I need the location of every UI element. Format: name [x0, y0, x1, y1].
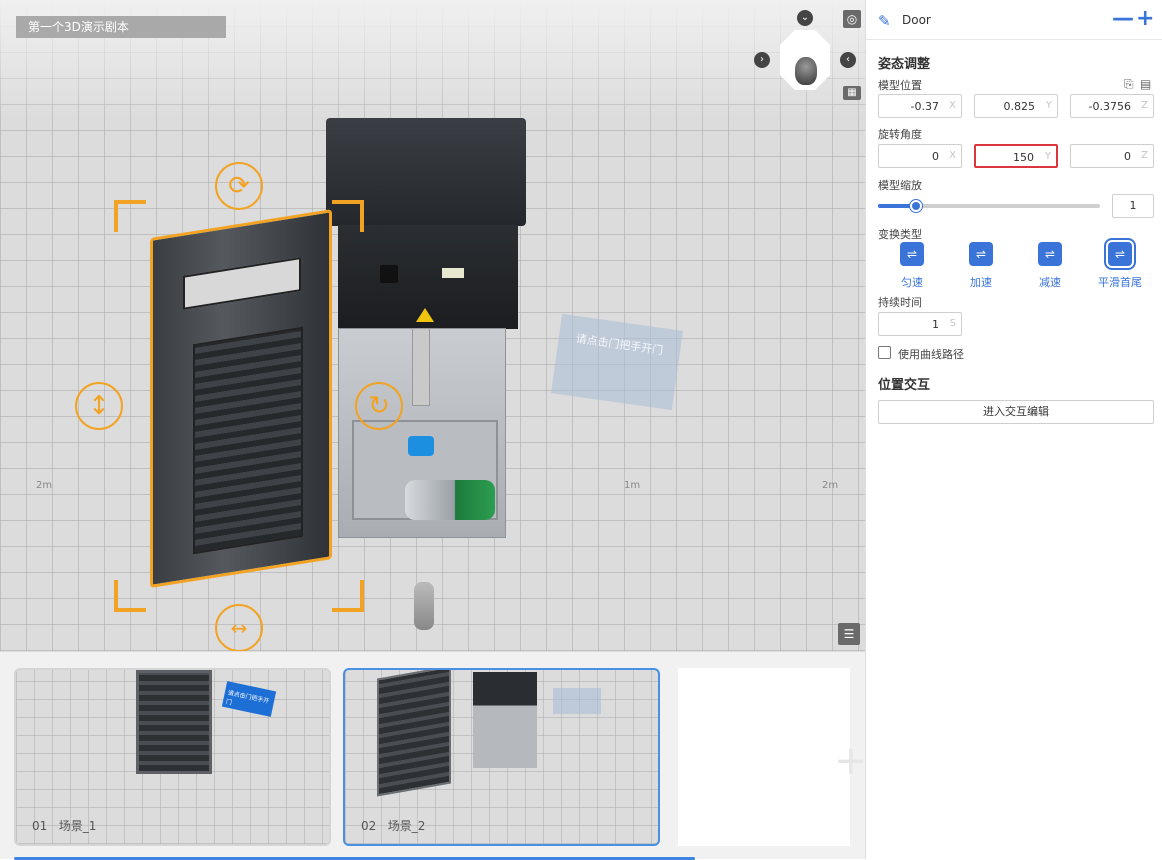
selection-corner — [114, 580, 146, 612]
rotation-label: 旋转角度 — [878, 128, 922, 141]
plus-icon: + — [834, 738, 868, 784]
water-pump[interactable] — [405, 480, 495, 520]
scene-label: 02 场景_2 — [361, 817, 425, 834]
enter-interaction-edit-button[interactable]: 进入交互编辑 — [878, 400, 1154, 424]
ease-in-out-icon: ⇌ — [1104, 238, 1136, 270]
ease-linear-label: 匀速 — [901, 276, 923, 289]
transform-type-label: 变换类型 — [878, 228, 922, 241]
ease-linear-option[interactable]: ⇌ 匀速 — [882, 242, 942, 290]
rotation-x-input[interactable]: 0X — [878, 144, 962, 168]
paste-icon[interactable]: ▤ — [1140, 77, 1151, 91]
rotate-axis-gizmo-icon[interactable]: ↻ — [355, 382, 403, 430]
expand-icon[interactable]: + — [1136, 6, 1154, 31]
add-scene-card[interactable]: + — [678, 668, 868, 846]
rotate-gizmo-icon[interactable]: ⟳ — [215, 162, 263, 210]
door-model-selected[interactable] — [150, 209, 332, 589]
scene-name: 场景_2 — [387, 819, 426, 833]
ease-out-icon: ⇌ — [1038, 242, 1062, 266]
pose-section-title: 姿态调整 — [878, 57, 931, 72]
ease-in-option[interactable]: ⇌ 加速 — [951, 242, 1011, 290]
scene-index: 01 — [32, 819, 48, 833]
scene-name: 场景_1 — [58, 819, 97, 833]
scene-thumbnail — [377, 670, 451, 797]
label-plate — [442, 268, 464, 278]
edit-name-icon[interactable]: ✎ — [878, 12, 891, 30]
scene-label: 01 场景_1 — [32, 817, 96, 834]
selection-corner — [332, 200, 364, 232]
axis-tick-label: 2m — [822, 480, 839, 491]
hint-card[interactable]: 请点击门把手开门 — [551, 313, 683, 411]
fan-icon — [380, 265, 398, 283]
position-y-input[interactable]: 0.825 Y — [974, 94, 1058, 118]
axis-tick-label: 2m — [36, 480, 53, 491]
position-x-input[interactable]: -0.37 X — [878, 94, 962, 118]
panel-header: ✎ Door — + — [866, 0, 1162, 40]
ease-in-icon: ⇌ — [969, 242, 993, 266]
camera-reset-icon[interactable]: ◎ — [843, 10, 861, 28]
interaction-section-title: 位置交互 — [878, 378, 931, 393]
scale-label: 模型缩放 — [878, 179, 922, 192]
view-down-icon[interactable]: ⌄ — [797, 10, 813, 26]
rotation-z-input[interactable]: 0Z — [1070, 144, 1154, 168]
scene-thumbnail — [136, 670, 212, 774]
ease-linear-icon: ⇌ — [900, 242, 924, 266]
axis-tick-label: 1m — [624, 480, 641, 491]
view-right-icon[interactable]: › — [754, 52, 770, 68]
scene-card-active[interactable]: 02 场景_2 — [343, 668, 660, 846]
blue-cap — [408, 436, 434, 456]
rotate-horizontal-gizmo-icon[interactable]: ↔ — [215, 604, 263, 651]
object-name[interactable]: Door — [902, 13, 931, 27]
scene-title: 第一个3D演示剧本 — [16, 16, 226, 38]
ease-in-label: 加速 — [970, 276, 992, 289]
collapse-icon[interactable]: — — [1112, 6, 1134, 31]
scene-strip: 请点击门把手开门 01 场景_1 02 场景_2 + — [0, 651, 868, 860]
ground-handle — [414, 582, 434, 630]
ease-out-label: 减速 — [1039, 276, 1061, 289]
door-grille — [193, 326, 303, 555]
copy-icon[interactable]: ⎘ — [1124, 77, 1134, 92]
warning-sign-icon — [416, 308, 434, 322]
properties-panel: ✎ Door — + 姿态调整 模型位置 ⎘ ▤ -0.37 X 0.825 Y -… — [865, 0, 1162, 859]
list-menu-icon[interactable]: ☰ — [838, 623, 860, 645]
ease-in-out-option[interactable]: ⇌ 平滑首尾 — [1090, 238, 1150, 290]
door-window — [183, 257, 301, 310]
thumbnail-hint-card: 请点击门把手开门 — [221, 681, 277, 717]
cabinet-pipe — [412, 328, 430, 406]
scale-input[interactable]: 1 — [1112, 194, 1154, 218]
keyboard-icon[interactable]: ▦ — [843, 86, 861, 100]
position-label: 模型位置 — [878, 79, 922, 92]
selection-corner — [332, 580, 364, 612]
move-vertical-gizmo-icon[interactable]: ↕ — [75, 382, 123, 430]
rotation-y-input[interactable]: 150 Y — [974, 144, 1058, 168]
3d-viewport[interactable]: 第一个3D演示剧本 2m 1m 2m ⟳ ↕ ↔ ↻ 请点击门把手开门 ⌄ › … — [0, 0, 865, 651]
scene-index: 02 — [361, 819, 377, 833]
duration-input[interactable]: 1S — [878, 312, 962, 336]
scale-slider[interactable] — [878, 200, 1100, 212]
curve-path-checkbox[interactable] — [878, 346, 891, 359]
scene-card[interactable]: 请点击门把手开门 01 场景_1 — [14, 668, 331, 846]
scene-thumbnail-cabinet — [473, 672, 537, 768]
slider-knob[interactable] — [909, 200, 922, 212]
ease-out-option[interactable]: ⇌ 减速 — [1020, 242, 1080, 290]
ease-in-out-label: 平滑首尾 — [1098, 276, 1142, 289]
position-z-input[interactable]: -0.3756 Z — [1070, 94, 1154, 118]
thumbnail-hint-card — [553, 688, 601, 714]
curve-path-label: 使用曲线路径 — [898, 348, 964, 361]
duration-label: 持续时间 — [878, 296, 922, 309]
view-left-icon[interactable]: ‹ — [840, 52, 856, 68]
selection-corner — [114, 200, 146, 232]
head-orientation-icon — [795, 57, 817, 85]
